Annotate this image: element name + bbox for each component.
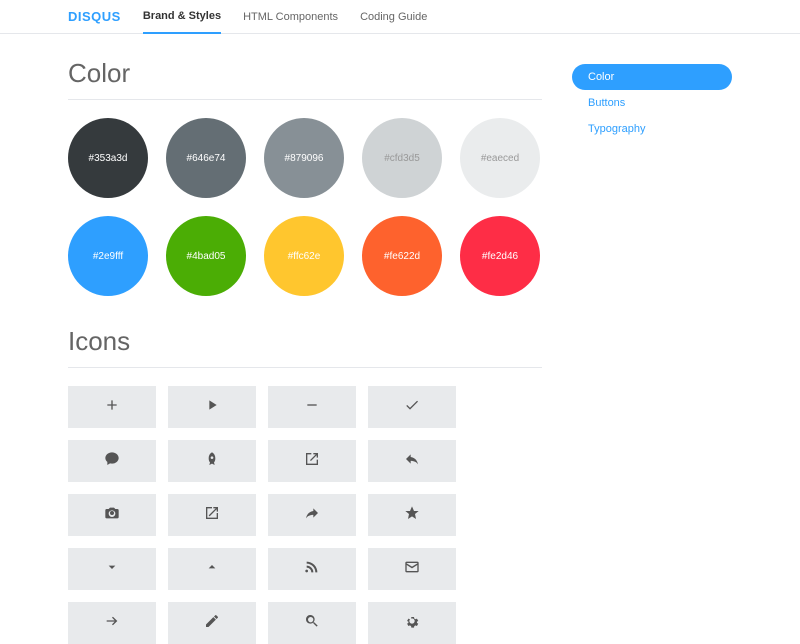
color-swatch: #fe622d: [362, 216, 442, 296]
color-swatch: #fe2d46: [460, 216, 540, 296]
camera-icon: [104, 505, 120, 526]
forward-icon: [304, 505, 320, 526]
color-swatch: #eaeced: [460, 118, 540, 198]
nav-coding-guide[interactable]: Coding Guide: [360, 0, 427, 34]
color-swatch: #ffc62e: [264, 216, 344, 296]
color-swatch: #4bad05: [166, 216, 246, 296]
sidebar: Color Buttons Typography: [572, 58, 732, 644]
chevron-up-icon: [204, 559, 220, 580]
comment-icon-button[interactable]: [68, 440, 156, 482]
forward-icon-button[interactable]: [268, 494, 356, 536]
chevron-down-icon-button[interactable]: [68, 548, 156, 590]
share-box-icon: [304, 451, 320, 472]
color-swatch: #353a3d: [68, 118, 148, 198]
rocket-icon: [204, 451, 220, 472]
section-title-color: Color: [68, 58, 542, 89]
comment-icon: [104, 451, 120, 472]
gear-icon-button[interactable]: [368, 602, 456, 644]
color-swatches: #353a3d#646e74#879096#cfd3d5#eaeced #2e9f…: [68, 118, 542, 296]
pencil-icon: [204, 613, 220, 634]
color-swatch: #cfd3d5: [362, 118, 442, 198]
sidebar-item-typography[interactable]: Typography: [572, 116, 732, 142]
play-icon-button[interactable]: [168, 386, 256, 428]
plus-icon: [104, 397, 120, 418]
divider: [68, 99, 542, 100]
check-icon-button[interactable]: [368, 386, 456, 428]
arrow-right-icon-button[interactable]: [68, 602, 156, 644]
play-icon: [204, 397, 220, 418]
rss-icon: [304, 559, 320, 580]
reply-icon: [404, 451, 420, 472]
pencil-icon-button[interactable]: [168, 602, 256, 644]
icons-grid: [68, 386, 542, 644]
mail-icon-button[interactable]: [368, 548, 456, 590]
logo: DISQUS: [68, 9, 121, 24]
sidebar-item-color[interactable]: Color: [572, 64, 732, 90]
color-swatch: #2e9fff: [68, 216, 148, 296]
section-title-icons: Icons: [68, 326, 542, 357]
reply-icon-button[interactable]: [368, 440, 456, 482]
divider: [68, 367, 542, 368]
share-box-icon-button[interactable]: [268, 440, 356, 482]
color-swatch: #646e74: [166, 118, 246, 198]
chevron-down-icon: [104, 559, 120, 580]
gear-icon: [404, 613, 420, 634]
external-link-icon-button[interactable]: [168, 494, 256, 536]
search-icon: [304, 613, 320, 634]
mail-icon: [404, 559, 420, 580]
sidebar-item-buttons[interactable]: Buttons: [572, 90, 732, 116]
external-link-icon: [204, 505, 220, 526]
search-icon-button[interactable]: [268, 602, 356, 644]
minus-icon: [304, 397, 320, 418]
check-icon: [404, 397, 420, 418]
arrow-right-icon: [104, 613, 120, 634]
rocket-icon-button[interactable]: [168, 440, 256, 482]
star-icon: [404, 505, 420, 526]
color-swatch: #879096: [264, 118, 344, 198]
nav-html-components[interactable]: HTML Components: [243, 0, 338, 34]
plus-icon-button[interactable]: [68, 386, 156, 428]
minus-icon-button[interactable]: [268, 386, 356, 428]
main-content: Color #353a3d#646e74#879096#cfd3d5#eaece…: [68, 58, 542, 644]
rss-icon-button[interactable]: [268, 548, 356, 590]
chevron-up-icon-button[interactable]: [168, 548, 256, 590]
star-icon-button[interactable]: [368, 494, 456, 536]
top-nav: DISQUS Brand & Styles HTML Components Co…: [0, 0, 800, 34]
camera-icon-button[interactable]: [68, 494, 156, 536]
nav-brand-styles[interactable]: Brand & Styles: [143, 0, 221, 34]
